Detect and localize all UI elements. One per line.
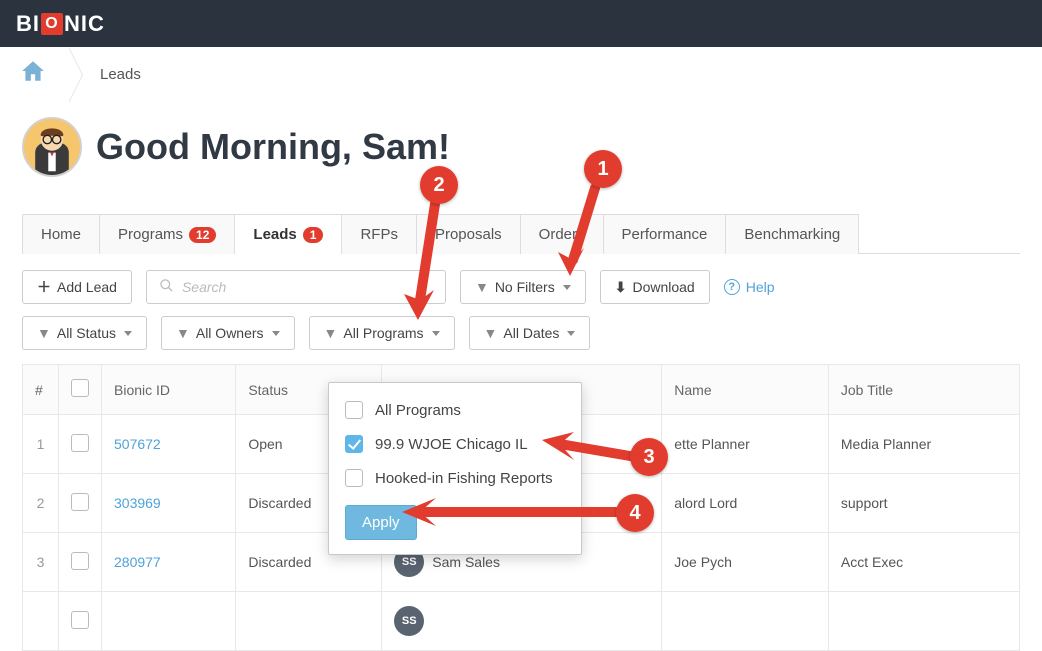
annotation-3: 3: [630, 438, 668, 476]
row-checkbox[interactable]: [71, 611, 89, 629]
annotation-4: 4: [616, 494, 654, 532]
annotation-2: 2: [420, 166, 458, 204]
owner-avatar: SS: [394, 606, 424, 636]
annotation-arrows: [0, 0, 1042, 605]
